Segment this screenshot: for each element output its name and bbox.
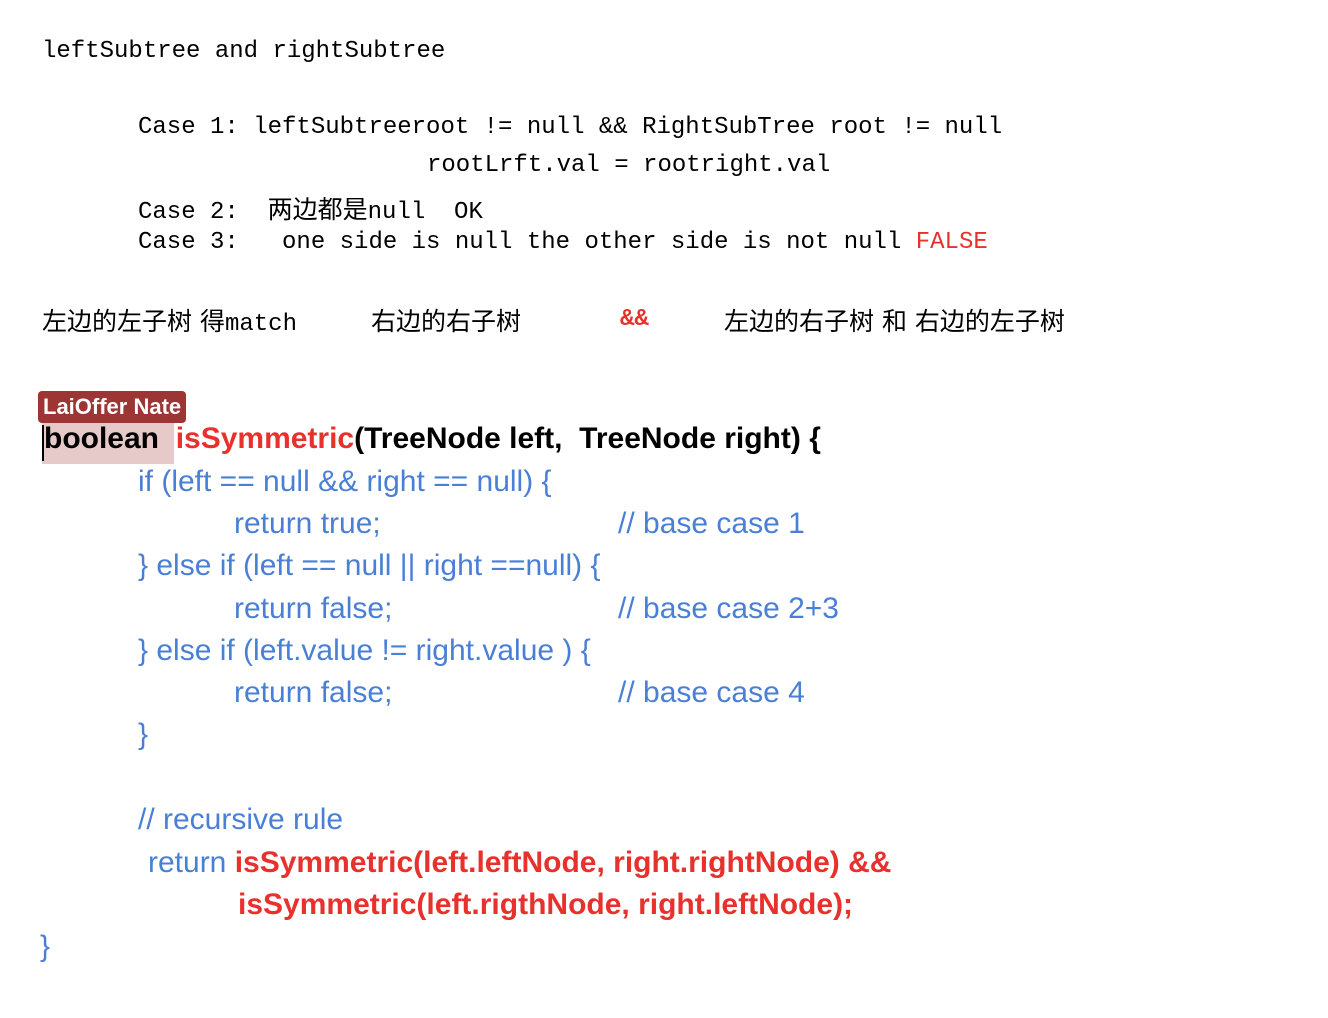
symmetry-rule-and: && <box>620 306 649 333</box>
symmetry-rule-part2: 右边的右子树 <box>371 307 522 336</box>
case-3: Case 3: one side is null the other side … <box>138 229 988 256</box>
code-comment-recursive: // recursive rule <box>138 803 344 836</box>
case-2: Case 2: 两边都是null OK <box>138 190 483 226</box>
code-close-if: } <box>138 718 149 751</box>
case-2-prefix: Case 2: <box>138 199 268 226</box>
case-3-false: FALSE <box>915 229 988 256</box>
recursive-call-1: isSymmetric(left.leftNode, right.rightNo… <box>234 846 892 879</box>
symmetry-rule-part1: 左边的左子树 得match <box>42 302 297 338</box>
code-close-method: } <box>40 930 51 963</box>
code-comment-base-2-3: // base case 2+3 <box>618 592 839 625</box>
rule-match-word: match <box>224 311 297 338</box>
method-signature: boolean isSymmetric(TreeNode left, TreeN… <box>44 422 821 456</box>
code-recursive-return: return isSymmetric(left.leftNode, right.… <box>148 846 891 880</box>
symmetry-rule-part3: 左边的右子树 和 右边的左子树 <box>724 307 1065 336</box>
return-keyword: return <box>148 846 235 879</box>
return-type: boolean <box>44 422 160 455</box>
rule-left-text: 左边的左子树 得 <box>42 307 225 336</box>
code-line-else-if-null: } else if (left == null || right ==null)… <box>138 549 601 582</box>
code-line-else-if-value: } else if (left.value != right.value ) { <box>138 634 591 667</box>
code-comment-base-1: // base case 1 <box>618 507 805 540</box>
code-line-if: if (left == null && right == null) { <box>138 465 552 498</box>
case-1-continuation: rootLrft.val = rootright.val <box>427 152 831 179</box>
case-2-suffix: null OK <box>367 199 483 226</box>
code-return-false-1: return false; <box>234 592 393 625</box>
case-2-chinese: 两边都是 <box>267 195 368 224</box>
case-1: Case 1: leftSubtreeroot != null && Right… <box>138 114 1003 141</box>
code-return-false-2: return false; <box>234 676 393 709</box>
comment-author-tag[interactable]: LaiOffer Nate <box>38 391 187 423</box>
method-name: isSymmetric <box>175 422 355 455</box>
notes-header: leftSubtree and rightSubtree <box>42 38 446 65</box>
code-comment-base-4: // base case 4 <box>618 676 805 709</box>
case-3-text: Case 3: one side is null the other side … <box>138 229 916 256</box>
recursive-call-2: isSymmetric(left.rigthNode, right.leftNo… <box>238 888 854 921</box>
method-params: (TreeNode left, TreeNode right) { <box>354 422 821 455</box>
code-return-true: return true; <box>234 507 381 540</box>
